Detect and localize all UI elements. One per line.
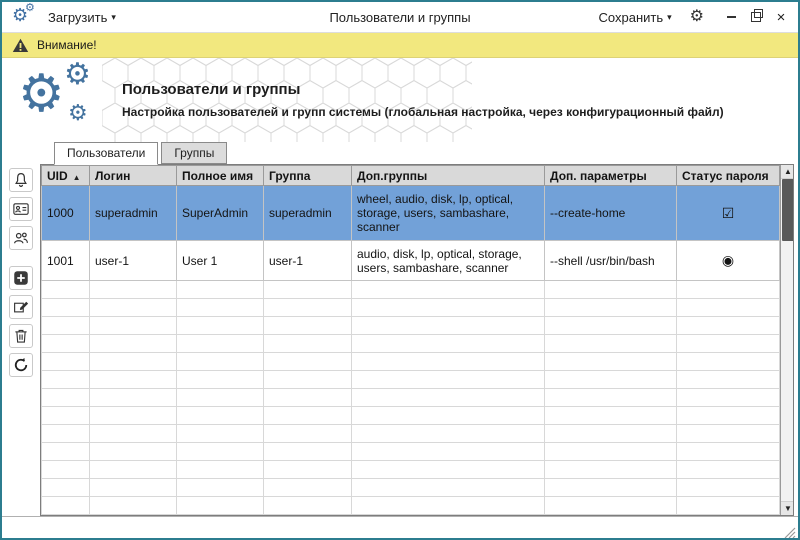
user-card-icon	[12, 200, 30, 218]
chevron-down-icon: ▾	[111, 12, 116, 23]
column-header-1[interactable]: Логин	[90, 166, 177, 186]
minimize-icon	[727, 16, 736, 18]
empty-row	[42, 353, 780, 371]
scroll-down-button[interactable]: ▼	[781, 501, 794, 515]
password-status-icon[interactable]: ◉	[677, 241, 780, 281]
empty-row	[42, 443, 780, 461]
empty-row	[42, 425, 780, 443]
empty-row	[42, 407, 780, 425]
save-button[interactable]: Сохранить ▾	[597, 8, 674, 27]
column-header-5[interactable]: Доп. параметры	[545, 166, 677, 186]
content-area: Пользователи Группы UID▲ЛогинПолное имяГ…	[40, 142, 798, 516]
load-button-label: Загрузить	[48, 10, 107, 25]
column-header-0[interactable]: UID▲	[42, 166, 90, 186]
column-header-4[interactable]: Доп.группы	[352, 166, 545, 186]
app-gears-logo-icon: ⚙ ⚙ ⚙	[18, 64, 106, 136]
window-controls: ×	[724, 9, 788, 25]
table-header-row: UID▲ЛогинПолное имяГруппаДоп.группыДоп. …	[42, 166, 780, 186]
cell-extra-groups: audio, disk, lp, optical, storage, users…	[352, 241, 545, 281]
cell-extra-params: --create-home	[545, 186, 677, 241]
cell-full-name: User 1	[177, 241, 264, 281]
empty-row	[42, 281, 780, 299]
main-area: Пользователи Группы UID▲ЛогинПолное имяГ…	[2, 142, 798, 516]
scrollbar-track[interactable]	[781, 179, 794, 501]
empty-row	[42, 497, 780, 515]
cell-login: superadmin	[90, 186, 177, 241]
empty-row	[42, 371, 780, 389]
bell-icon	[12, 171, 30, 189]
tabs: Пользователи Группы	[40, 142, 798, 164]
user-groups-button[interactable]	[9, 226, 33, 250]
trash-icon	[12, 327, 30, 345]
warning-text: Внимание!	[37, 38, 97, 52]
table-body: 1000superadminSuperAdminsuperadminwheel,…	[42, 186, 780, 515]
cell-full-name: SuperAdmin	[177, 186, 264, 241]
status-bar	[2, 516, 798, 540]
users-group-icon	[12, 229, 30, 247]
maximize-button[interactable]	[749, 9, 763, 25]
app-window: Пользователи и группы ⚙ ⚙ Загрузить ▾ Со…	[0, 0, 800, 540]
warning-banner: Внимание!	[2, 33, 798, 58]
pencil-icon	[12, 298, 30, 316]
edit-user-button[interactable]	[9, 295, 33, 319]
scroll-down-arrow-icon: ▼	[784, 504, 792, 513]
sort-ascending-icon: ▲	[73, 173, 81, 182]
close-icon: ×	[777, 10, 786, 25]
table-row[interactable]: 1001user-1User 1user-1audio, disk, lp, o…	[42, 241, 780, 281]
resize-grip[interactable]	[784, 527, 796, 539]
table-row[interactable]: 1000superadminSuperAdminsuperadminwheel,…	[42, 186, 780, 241]
empty-row	[42, 335, 780, 353]
scroll-up-button[interactable]: ▲	[781, 165, 794, 179]
cell-login: user-1	[90, 241, 177, 281]
plus-icon	[12, 269, 30, 287]
tab-users[interactable]: Пользователи	[54, 142, 158, 165]
load-button[interactable]: Загрузить ▾	[46, 8, 118, 27]
cell-extra-params: --shell /usr/bin/bash	[545, 241, 677, 281]
cell-uid: 1000	[42, 186, 90, 241]
cell-uid: 1001	[42, 241, 90, 281]
password-status-icon[interactable]: ☑	[677, 186, 780, 241]
app-logo-gears-icon: ⚙ ⚙	[12, 5, 38, 29]
users-table-container: UID▲ЛогинПолное имяГруппаДоп.группыДоп. …	[40, 164, 794, 516]
refresh-button[interactable]	[9, 353, 33, 377]
refresh-icon	[12, 356, 30, 374]
empty-row	[42, 299, 780, 317]
scrollbar-thumb[interactable]	[782, 179, 794, 241]
save-button-label: Сохранить	[599, 10, 664, 25]
add-user-button[interactable]	[9, 266, 33, 290]
column-header-2[interactable]: Полное имя	[177, 166, 264, 186]
notifications-button[interactable]	[9, 168, 33, 192]
delete-user-button[interactable]	[9, 324, 33, 348]
titlebar: Пользователи и группы ⚙ ⚙ Загрузить ▾ Со…	[2, 2, 798, 33]
column-header-6[interactable]: Статус пароля	[677, 166, 780, 186]
cell-group: user-1	[264, 241, 352, 281]
users-table: UID▲ЛогинПолное имяГруппаДоп.группыДоп. …	[41, 165, 780, 515]
cell-group: superadmin	[264, 186, 352, 241]
warning-triangle-icon	[12, 38, 29, 53]
close-button[interactable]: ×	[774, 9, 788, 25]
scroll-up-arrow-icon: ▲	[784, 167, 792, 176]
maximize-icon	[751, 12, 761, 22]
empty-row	[42, 389, 780, 407]
minimize-button[interactable]	[724, 9, 738, 25]
tab-groups[interactable]: Группы	[161, 142, 227, 164]
settings-button[interactable]: ⚙	[688, 9, 706, 25]
page-title: Пользователи и группы	[122, 81, 724, 98]
cell-extra-groups: wheel, audio, disk, lp, optical, storage…	[352, 186, 545, 241]
page-header: ⚙ ⚙ ⚙ Пользователи и группы Настройка по…	[2, 58, 798, 142]
side-toolbar	[2, 142, 40, 516]
column-header-3[interactable]: Группа	[264, 166, 352, 186]
user-card-button[interactable]	[9, 197, 33, 221]
page-subtitle: Настройка пользователей и групп системы …	[122, 105, 724, 119]
chevron-down-icon: ▾	[667, 12, 672, 23]
empty-row	[42, 479, 780, 497]
empty-row	[42, 317, 780, 335]
vertical-scrollbar[interactable]: ▲ ▼	[780, 165, 794, 515]
gear-icon: ⚙	[690, 8, 704, 25]
empty-row	[42, 461, 780, 479]
